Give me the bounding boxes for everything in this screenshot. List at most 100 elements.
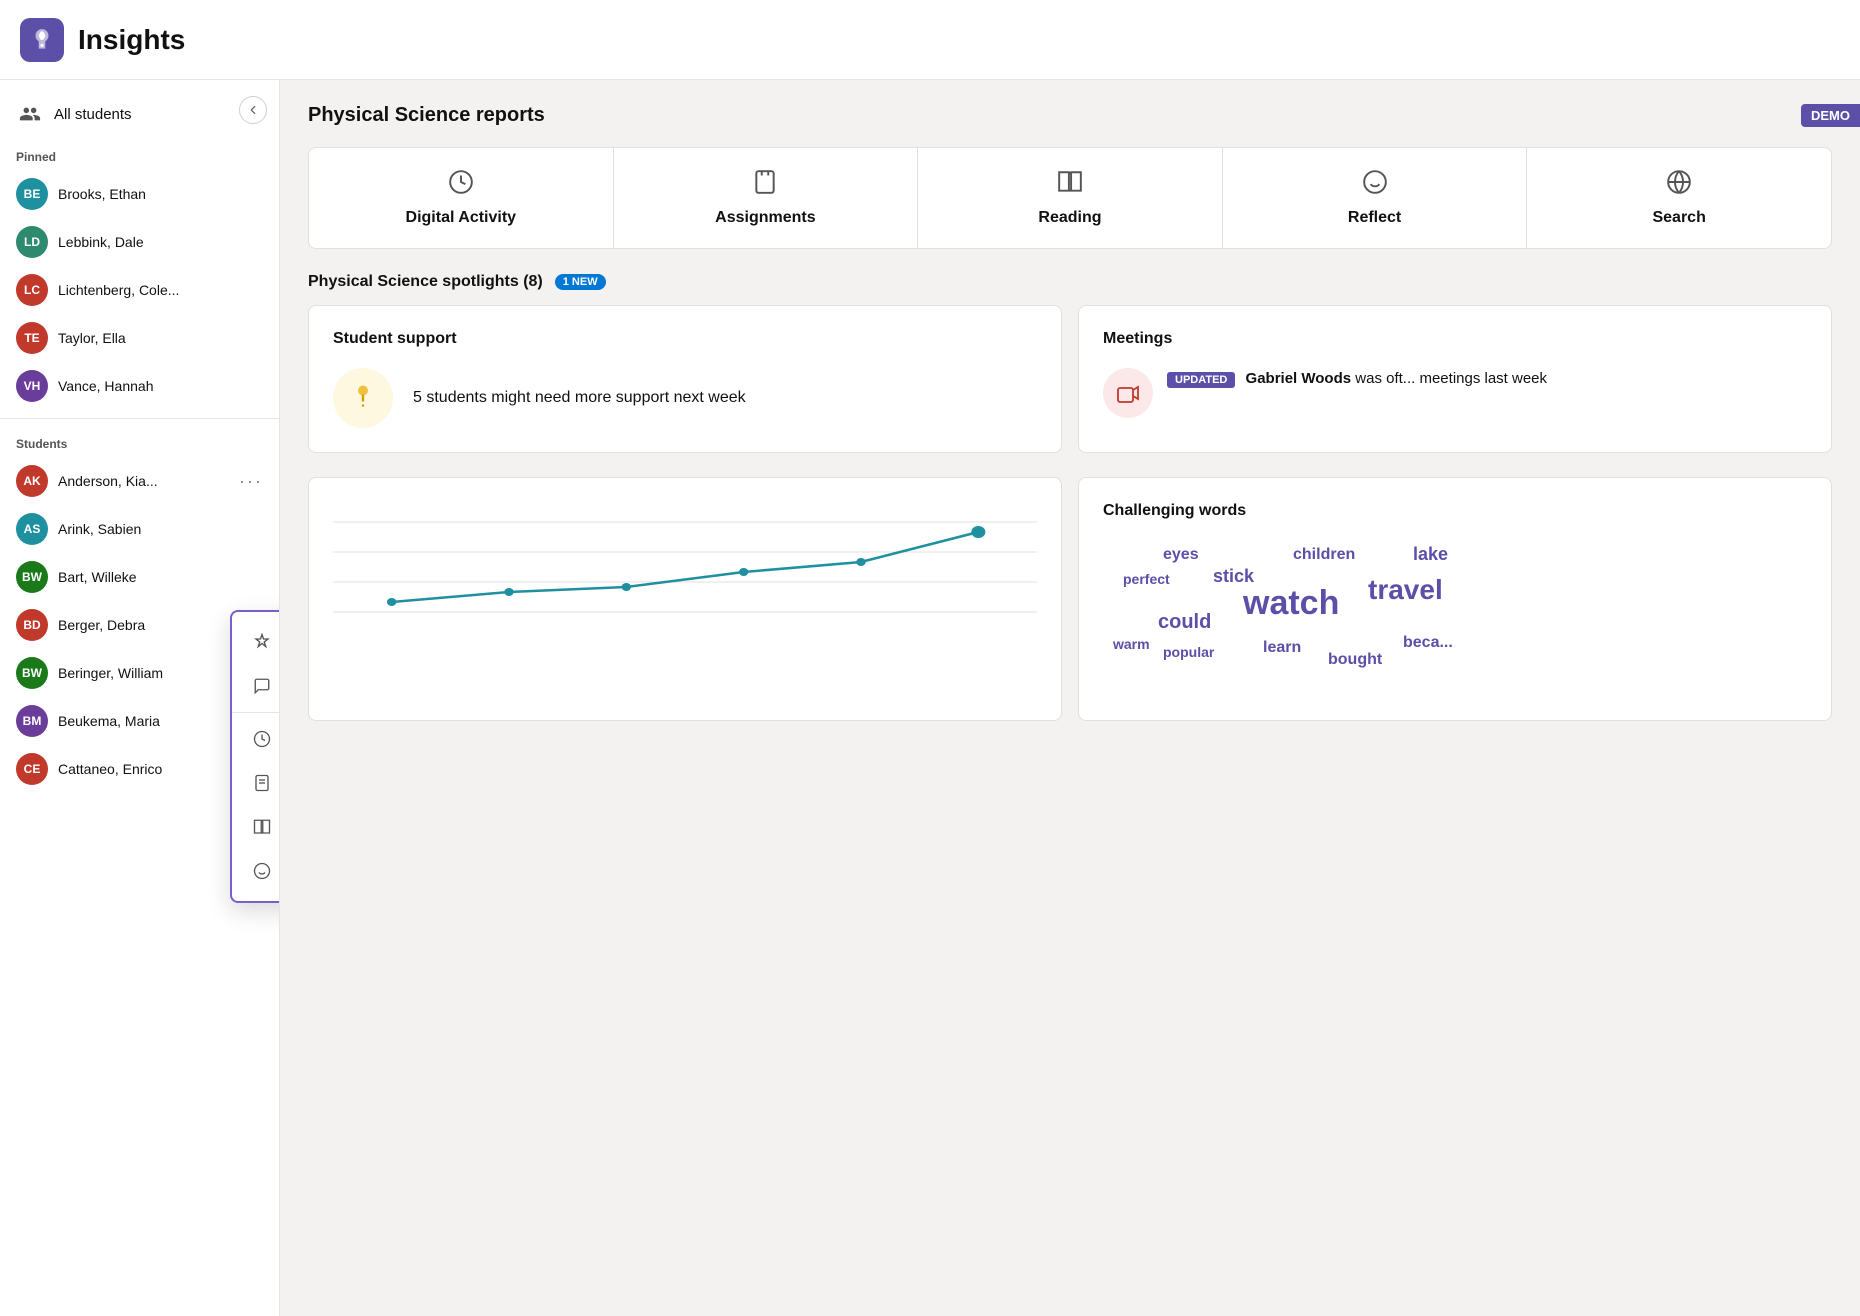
meeting-icon-wrap: [1103, 368, 1153, 418]
pinned-section-label: Pinned: [0, 140, 279, 170]
app-title: Insights: [78, 24, 185, 56]
sidebar: All students Pinned BE Brooks, Ethan LD …: [0, 80, 280, 1316]
challenging-words-title: Challenging words: [1103, 502, 1807, 520]
word-learn: learn: [1263, 639, 1301, 657]
student-AS[interactable]: AS Arink, Sabien: [0, 505, 279, 553]
tab-assignments[interactable]: Assignments: [614, 148, 919, 248]
sidebar-divider: [0, 418, 279, 419]
avatar-LD: LD: [16, 226, 48, 258]
tab-digital-activity-label: Digital Activity: [406, 209, 517, 227]
tab-digital-activity[interactable]: Digital Activity: [309, 148, 614, 248]
student-name-BW: Bart, Willeke: [58, 569, 263, 585]
word-children: children: [1293, 546, 1355, 564]
student-support-title: Student support: [333, 330, 1037, 348]
student-name-TE: Taylor, Ella: [58, 330, 263, 346]
avatar-BM: BM: [16, 705, 48, 737]
student-more-menu-AK[interactable]: ···: [239, 472, 263, 490]
tab-search-label: Search: [1652, 209, 1705, 227]
meetings-content: UPDATED Gabriel Woods was oft... meeting…: [1103, 368, 1807, 418]
reflect-icon: [252, 861, 272, 881]
context-menu-digital[interactable]: See Kiana's Digital Activity report: [232, 717, 280, 761]
spotlights-title: Physical Science spotlights (8): [308, 273, 543, 291]
avatar-AK: AK: [16, 465, 48, 497]
tab-assignments-label: Assignments: [715, 209, 815, 227]
demo-badge: DEMO: [1801, 104, 1860, 127]
challenging-words-card: Challenging words eyes perfect stick chi…: [1078, 477, 1832, 721]
context-menu-pin[interactable]: Pin student to the top of the list: [232, 620, 280, 664]
student-name-BE: Brooks, Ethan: [58, 186, 263, 202]
context-menu-assignments[interactable]: See Kiana's Assignments report: [232, 761, 280, 805]
avatar-BD: BD: [16, 609, 48, 641]
student-name-AK: Anderson, Kia...: [58, 473, 229, 489]
new-badge: 1 NEW: [555, 274, 606, 290]
word-bought: bought: [1328, 651, 1382, 669]
reading-icon: [252, 817, 272, 837]
context-menu-reading[interactable]: See Kiana's Reading Progress report: [232, 805, 280, 849]
word-travel: travel: [1368, 574, 1443, 606]
word-eyes: eyes: [1163, 546, 1199, 564]
tab-reading-label: Reading: [1038, 209, 1101, 227]
assignments-icon: [252, 773, 272, 793]
avatar-BW2: BW: [16, 657, 48, 689]
pinned-student-VH[interactable]: VH Vance, Hannah: [0, 362, 279, 410]
tab-reading[interactable]: Reading: [918, 148, 1223, 248]
meeting-text: UPDATED Gabriel Woods was oft... meeting…: [1167, 368, 1547, 391]
tab-reflect[interactable]: Reflect: [1223, 148, 1528, 248]
all-students-label: All students: [54, 106, 132, 123]
context-menu: Pin student to the top of the list Chat …: [230, 610, 280, 903]
all-students-item[interactable]: All students: [0, 80, 279, 140]
meeting-after-text: was oft... meetings last week: [1355, 370, 1547, 387]
page-header: Physical Science reports DEMO: [308, 104, 1832, 127]
pinned-student-TE[interactable]: TE Taylor, Ella: [0, 314, 279, 362]
avatar-BE: BE: [16, 178, 48, 210]
avatar-VH: VH: [16, 370, 48, 402]
tab-reflect-label: Reflect: [1348, 209, 1401, 227]
pinned-student-LC[interactable]: LC Lichtenberg, Cole...: [0, 266, 279, 314]
meeting-name: Gabriel Woods: [1246, 370, 1352, 387]
word-could: could: [1158, 611, 1211, 634]
student-support-card: Student support 5 students might need mo…: [308, 305, 1062, 453]
context-menu-reflect[interactable]: See Kiana's Reflect report: [232, 849, 280, 893]
report-tabs: Digital Activity Assignments Reading Ref…: [308, 147, 1832, 249]
meetings-title: Meetings: [1103, 330, 1807, 348]
students-section-label: Students: [0, 427, 279, 457]
word-beca: beca...: [1403, 634, 1453, 652]
pinned-student-LD[interactable]: LD Lebbink, Dale: [0, 218, 279, 266]
student-name-LC: Lichtenberg, Cole...: [58, 282, 263, 298]
spotlights-header: Physical Science spotlights (8) 1 NEW: [308, 273, 1832, 291]
globe-icon: [1666, 169, 1692, 201]
all-students-icon: [16, 100, 44, 128]
student-BW[interactable]: BW Bart, Willeke: [0, 553, 279, 601]
spotlights-cards: Student support 5 students might need mo…: [308, 305, 1832, 453]
avatar-CE: CE: [16, 753, 48, 785]
line-chart: [333, 502, 1037, 642]
chat-icon: [252, 676, 272, 696]
word-perfect: perfect: [1123, 571, 1170, 587]
word-popular: popular: [1163, 644, 1214, 660]
app-icon: [20, 18, 64, 62]
main-layout: All students Pinned BE Brooks, Ethan LD …: [0, 80, 1860, 1316]
book-icon: [1057, 169, 1083, 201]
tab-search[interactable]: Search: [1527, 148, 1831, 248]
pinned-student-BE[interactable]: BE Brooks, Ethan: [0, 170, 279, 218]
student-name-LD: Lebbink, Dale: [58, 234, 263, 250]
reflect-tab-icon: [1362, 169, 1388, 201]
pin-icon: [252, 632, 272, 652]
page-title: Physical Science reports: [308, 104, 545, 127]
support-content: 5 students might need more support next …: [333, 368, 1037, 428]
context-menu-chat[interactable]: Chat with Kiana: [232, 664, 280, 708]
avatar-TE: TE: [16, 322, 48, 354]
bag-icon: [752, 169, 778, 201]
support-icon-wrap: [333, 368, 393, 428]
avatar-LC: LC: [16, 274, 48, 306]
chart-card: [308, 477, 1062, 721]
support-text: 5 students might need more support next …: [413, 386, 746, 410]
word-warm: warm: [1113, 636, 1150, 652]
word-cloud: eyes perfect stick children lake watch t…: [1103, 536, 1807, 696]
word-watch: watch: [1243, 584, 1339, 623]
student-AK[interactable]: AK Anderson, Kia... ···: [0, 457, 279, 505]
clock-icon: [448, 169, 474, 201]
lower-row: Challenging words eyes perfect stick chi…: [308, 477, 1832, 721]
collapse-sidebar-button[interactable]: [239, 96, 267, 124]
updated-badge: UPDATED: [1167, 372, 1235, 388]
